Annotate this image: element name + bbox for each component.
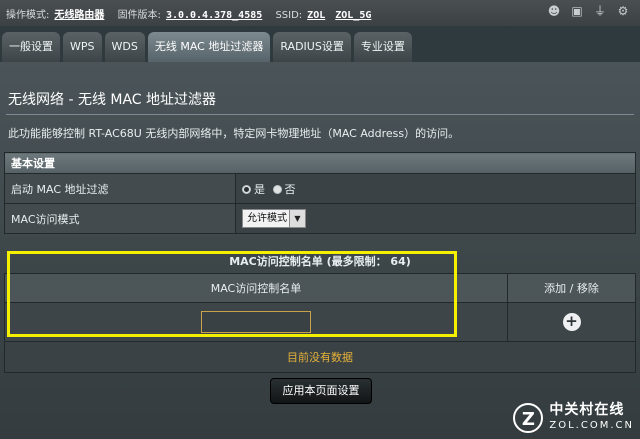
radio-no-label: 否 xyxy=(284,182,296,196)
enable-mac-filter-label: 启动 MAC 地址过滤 xyxy=(4,173,236,204)
empty-list-message: 目前没有数据 xyxy=(4,341,636,373)
tab-general[interactable]: 一般设置 xyxy=(2,32,60,62)
highlight-box xyxy=(7,251,457,337)
watermark-sub: ZOL.COM.CN xyxy=(549,420,634,431)
tab-mac-filter[interactable]: 无线 MAC 地址过滤器 xyxy=(147,32,271,62)
radio-yes-label: 是 xyxy=(254,182,265,196)
enable-mac-filter-control: 是 否 xyxy=(235,173,636,204)
mode-link[interactable]: 无线路由器 xyxy=(54,10,104,21)
add-icon[interactable]: + xyxy=(562,313,581,331)
watermark-main: 中关村在线 xyxy=(549,402,625,418)
page-title: 无线网络 - 无线 MAC 地址过滤器 xyxy=(8,92,217,108)
users-icon[interactable]: ☻ xyxy=(547,4,561,18)
firmware-link[interactable]: 3.0.0.4.378_4585 xyxy=(166,10,262,21)
firmware-label: 固件版本: xyxy=(117,10,161,21)
mac-access-mode-label: MAC访问模式 xyxy=(4,203,236,234)
mode-label: 操作模式: xyxy=(6,10,50,21)
devices-icon[interactable]: ▣ xyxy=(570,4,584,18)
basic-settings-header: 基本设置 xyxy=(4,152,636,174)
title-divider xyxy=(6,114,634,115)
usb-icon[interactable]: ⏚ xyxy=(593,4,607,18)
status-line: 操作模式: 无线路由器 固件版本: 3.0.0.4.378_4585 SSID: ZO… xyxy=(6,6,381,21)
tab-bar: 一般设置 WPS WDS 无线 MAC 地址过滤器 RADIUS设置 专业设置 xyxy=(2,32,412,62)
status-icons: ☻ ▣ ⏚ ⚙ xyxy=(547,4,630,18)
radio-no[interactable] xyxy=(272,184,282,194)
settings-icon[interactable]: ⚙ xyxy=(616,4,630,18)
tab-professional[interactable]: 专业设置 xyxy=(353,32,412,62)
tab-radius[interactable]: RADIUS设置 xyxy=(273,32,351,62)
tab-wps[interactable]: WPS xyxy=(63,32,102,62)
ssid-link-24g[interactable]: ZOL xyxy=(307,10,325,21)
radio-yes[interactable] xyxy=(242,184,251,194)
apply-button[interactable]: 应用本页面设置 xyxy=(270,378,372,404)
ssid-link-5g[interactable]: ZOL_5G xyxy=(335,10,371,21)
watermark: Z 中关村在线 ZOL.COM.CN xyxy=(513,403,634,433)
mac-access-mode-select[interactable]: 允许模式 ▼ xyxy=(242,209,306,228)
add-cell: + xyxy=(507,302,636,342)
tab-wds[interactable]: WDS xyxy=(104,32,145,62)
mac-list-column-action: 添加 / 移除 xyxy=(507,273,636,303)
watermark-text: 中关村在线 ZOL.COM.CN xyxy=(549,403,634,433)
mac-access-mode-control: 允许模式 ▼ xyxy=(235,203,636,234)
mac-access-mode-value: 允许模式 xyxy=(247,213,287,224)
watermark-logo: Z xyxy=(513,403,544,433)
status-bar: 操作模式: 无线路由器 固件版本: 3.0.0.4.378_4585 SSID: ZO… xyxy=(0,0,640,26)
page-description: 此功能能够控制 RT-AC68U 无线内部网络中，特定网卡物理地址（MAC Ad… xyxy=(8,127,460,140)
chevron-down-icon: ▼ xyxy=(289,210,305,227)
basic-settings-table: 基本设置 启动 MAC 地址过滤 是 否 MAC访问模式 允许模式 ▼ xyxy=(4,152,636,234)
content-panel: 无线网络 - 无线 MAC 地址过滤器 此功能能够控制 RT-AC68U 无线内… xyxy=(0,62,640,439)
ssid-label: SSID: xyxy=(275,10,303,21)
